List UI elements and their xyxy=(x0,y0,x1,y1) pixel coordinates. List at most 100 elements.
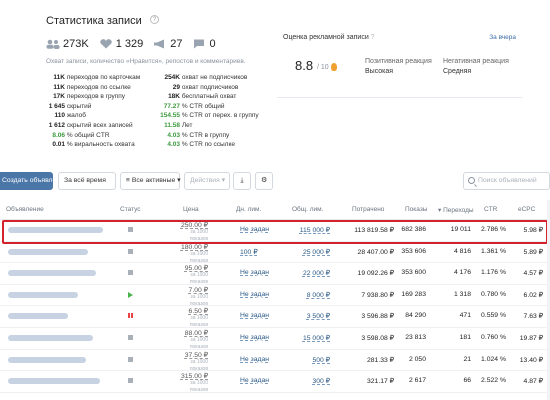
status-stop-icon[interactable] xyxy=(128,270,133,276)
rating-scale-text: / 10 xyxy=(317,63,329,71)
table-row[interactable]: 88.00 ₽ за 1000 показов Не задан 15 000 ₽ 3 … xyxy=(0,328,550,350)
help-icon[interactable]: ? xyxy=(371,34,375,41)
ads-toolbar: Создать объявление За всё время ≡ Все ак… xyxy=(0,172,550,192)
actions-dropdown[interactable]: Действия ▾ xyxy=(184,172,230,190)
ad-title-blurred[interactable] xyxy=(8,227,103,233)
day-limit-link[interactable]: Не задан xyxy=(240,291,269,298)
price-cell[interactable]: 88.00 ₽ за 1000 показов xyxy=(172,330,208,351)
status-stop-icon[interactable] xyxy=(128,378,133,384)
stat-row: 18K бесплатный охват xyxy=(148,92,259,102)
stat-row: 17K переходов в группу xyxy=(28,92,140,102)
col-clicks-label: Переходы xyxy=(443,207,474,214)
status-stop-icon[interactable] xyxy=(128,334,133,340)
status-filter-dropdown[interactable]: ≡ Все активные ▾ xyxy=(120,172,181,190)
table-row[interactable]: 315.00 ₽ за 1000 показов Не задан 300 ₽ 321.… xyxy=(0,371,550,393)
clicks-value: 181 xyxy=(459,333,471,341)
col-total-limit[interactable]: Общ. лим. xyxy=(292,206,323,213)
day-limit-link[interactable]: Не задан xyxy=(240,312,269,319)
stat-row: 254K охват не подписчиков xyxy=(148,73,259,83)
stat-value: 29 xyxy=(172,83,180,91)
settings-button[interactable]: ⚙ xyxy=(255,172,273,190)
col-day-limit[interactable]: Дн. лим. xyxy=(236,206,261,213)
ad-title-blurred[interactable] xyxy=(8,270,96,277)
col-ctr[interactable]: CTR xyxy=(484,206,497,213)
stat-value: 11K xyxy=(53,74,65,81)
price-cell[interactable]: 6.50 ₽ за 1000 показов xyxy=(172,308,208,329)
ad-title-blurred[interactable] xyxy=(8,378,100,385)
price-cell[interactable]: 7.00 ₽ за 1000 показов xyxy=(172,287,208,308)
price-cell[interactable]: 315.00 ₽ за 1000 показов xyxy=(172,373,208,394)
total-limit-link[interactable]: 22 000 ₽ xyxy=(286,269,330,277)
price-cell[interactable]: 95.00 ₽ за 1000 показов xyxy=(172,265,208,286)
col-ecpc[interactable]: eCPC xyxy=(518,206,535,213)
views-value: 682 386 xyxy=(401,226,426,233)
negative-reaction: Негативная реакция Средняя xyxy=(443,57,509,77)
total-limit-link[interactable]: 25 000 ₽ xyxy=(286,248,330,256)
status-play-icon[interactable] xyxy=(128,291,133,298)
day-limit-link[interactable]: Не задан xyxy=(240,269,269,276)
help-icon[interactable]: ? xyxy=(150,15,159,24)
rating-title: Оценка рекламной записи ? xyxy=(283,34,375,41)
status-stop-icon[interactable] xyxy=(128,227,133,232)
total-limit-link[interactable]: 500 ₽ xyxy=(286,356,330,364)
price-cell[interactable]: 180.00 ₽ за 1000 показов xyxy=(172,244,208,265)
ad-title-blurred[interactable] xyxy=(8,291,78,298)
stat-value: 254K xyxy=(164,74,180,81)
day-limit-link[interactable]: Не задан xyxy=(240,334,269,341)
search-input[interactable]: Поиск объявлений xyxy=(463,172,550,190)
total-limit-link[interactable]: 3 500 ₽ xyxy=(286,312,330,320)
total-limit-link[interactable]: 300 ₽ xyxy=(286,377,330,385)
stat-label: % CTR от перех. в группу xyxy=(181,112,259,120)
day-limit-link[interactable]: 100 ₽ xyxy=(240,248,258,256)
day-limit-link[interactable]: Не задан xyxy=(240,356,269,363)
spent-value: 19 092.26 ₽ xyxy=(357,270,394,278)
spent-value: 3 598.08 ₽ xyxy=(361,334,394,342)
day-limit-link[interactable]: Не задан xyxy=(240,377,269,384)
download-button[interactable]: ⤓ xyxy=(233,172,251,190)
ctr-value: 0.760 % xyxy=(481,333,506,341)
col-status[interactable]: Статус xyxy=(120,206,141,213)
stat-label: переходов по карточкам xyxy=(66,74,141,81)
ad-title-blurred[interactable] xyxy=(8,313,68,320)
col-spent[interactable]: Потрачено xyxy=(352,206,384,213)
status-pause-icon[interactable] xyxy=(128,313,133,319)
table-row[interactable]: 95.00 ₽ за 1000 показов Не задан 22 000 ₽ 19… xyxy=(0,263,550,285)
price-value: 6.50 ₽ xyxy=(188,308,208,316)
table-row[interactable]: 37.50 ₽ за 1000 показов Не задан 500 ₽ 281.3… xyxy=(0,350,550,372)
price-cell[interactable]: 37.50 ₽ за 1000 показов xyxy=(172,352,208,373)
clicks-value: 19 011 xyxy=(450,226,471,233)
status-stop-icon[interactable] xyxy=(128,248,133,254)
table-row[interactable]: 7.00 ₽ за 1000 показов Не задан 8 000 ₽ 7 93… xyxy=(0,285,550,307)
total-limit-link[interactable]: 115 000 ₽ xyxy=(286,226,330,234)
stat-label: % CTR в группу xyxy=(181,131,230,139)
status-stop-icon[interactable] xyxy=(128,356,133,362)
create-ad-button[interactable]: Создать объявление xyxy=(0,172,53,190)
rating-period-link[interactable]: За вчера xyxy=(489,34,516,41)
ad-title-blurred[interactable] xyxy=(8,356,86,363)
table-row[interactable]: 250.00 ₽ за 1000 показов Не задан 115 000 ₽… xyxy=(0,220,550,242)
col-price[interactable]: Цена xyxy=(183,206,199,213)
col-views[interactable]: Показы xyxy=(405,206,427,213)
views-value: 169 283 xyxy=(401,290,426,298)
ctr-value: 1.361 % xyxy=(481,247,506,255)
total-limit-link[interactable]: 8 000 ₽ xyxy=(286,291,330,299)
metrics-description: Охват записи, количество «Нравится», реп… xyxy=(46,58,246,65)
table-row[interactable]: 6.50 ₽ за 1000 показов Не задан 3 500 ₽ 3 59… xyxy=(0,306,550,328)
stat-label: охват подписчиков xyxy=(181,83,239,91)
gear-icon: ⚙ xyxy=(260,177,268,184)
col-ad[interactable]: Объявление xyxy=(6,206,44,213)
stat-label: Лет xyxy=(181,121,193,129)
col-clicks[interactable]: ▾ Переходы xyxy=(438,206,474,214)
heart-icon xyxy=(99,39,112,49)
period-dropdown[interactable]: За всё время xyxy=(58,172,116,190)
stat-row: 29 охват подписчиков xyxy=(148,83,259,93)
price-cell[interactable]: 250.00 ₽ за 1000 показов xyxy=(172,222,208,243)
reposts-metric: 27 xyxy=(153,38,182,50)
ecpc-value: 7.63 ₽ xyxy=(523,313,543,321)
total-limit-link[interactable]: 15 000 ₽ xyxy=(286,334,330,342)
ad-title-blurred[interactable] xyxy=(8,248,88,255)
table-row[interactable]: 180.00 ₽ за 1000 показов 100 ₽ 25 000 ₽ 28 4… xyxy=(0,242,550,264)
stat-label: переходов в группу xyxy=(66,93,126,101)
day-limit-link[interactable]: Не задан xyxy=(240,226,269,233)
ad-title-blurred[interactable] xyxy=(8,334,93,341)
